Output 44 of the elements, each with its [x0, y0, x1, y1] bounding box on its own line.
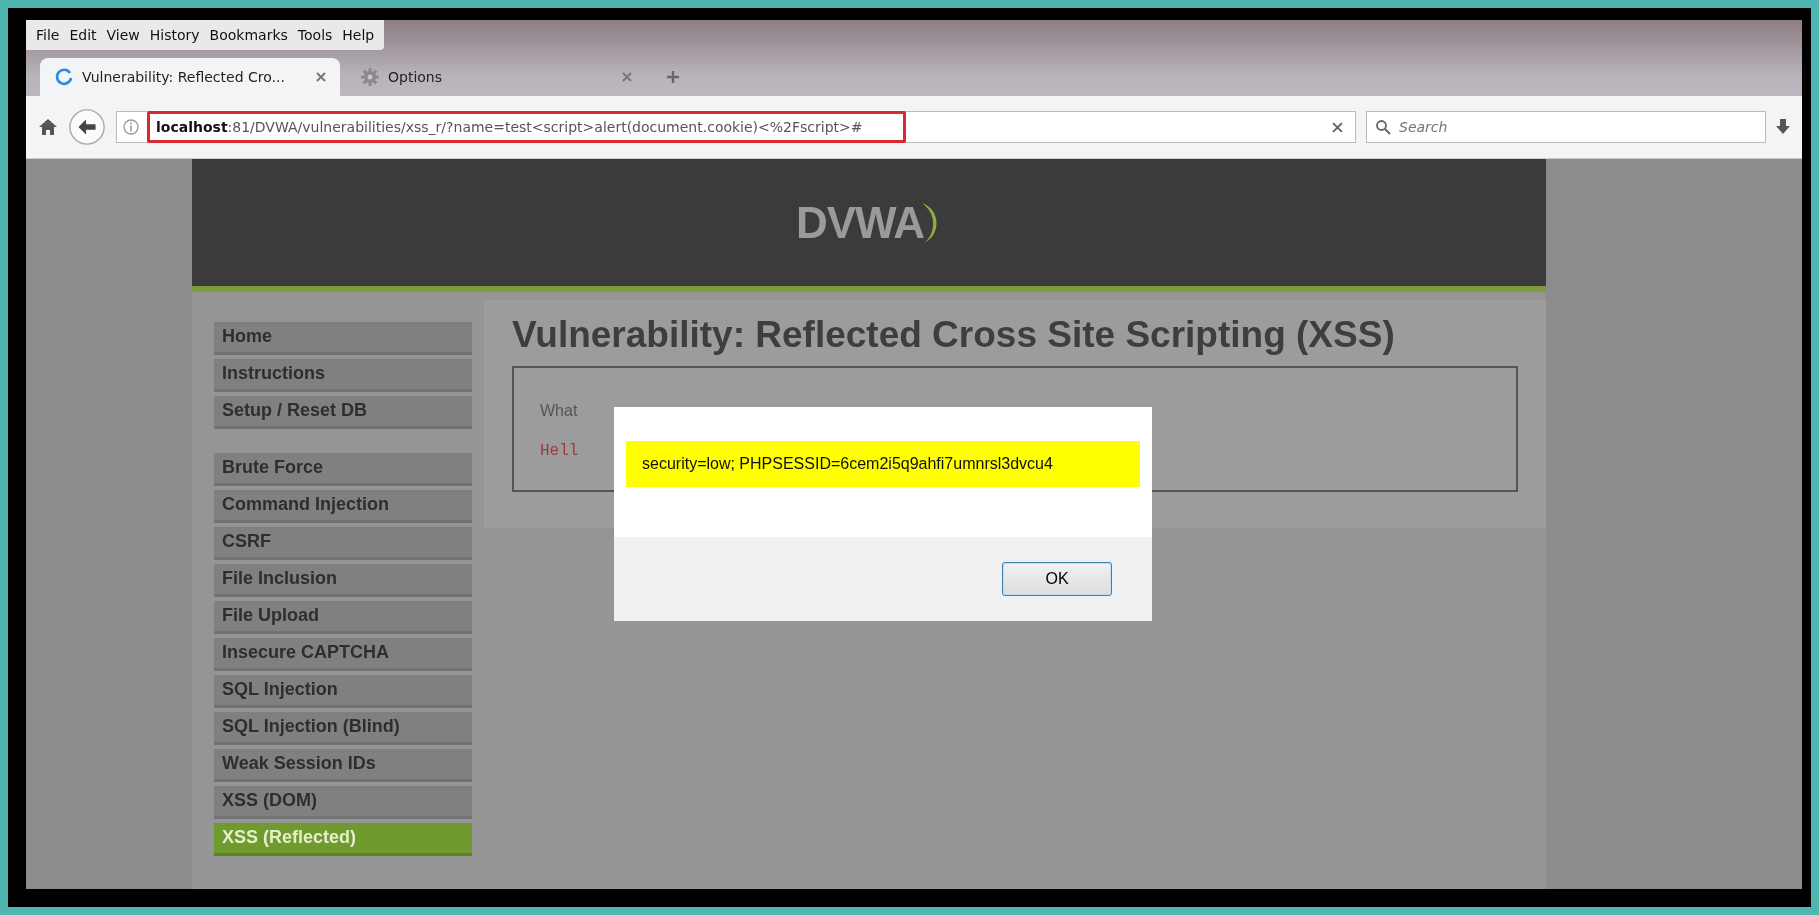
alert-message: security=low; PHPSESSID=6cem2i5q9ahfi7umnrsl3dvcu4 — [626, 441, 1140, 487]
page-heading: Vulnerability: Reflected Cross Site Scripting (XSS) — [512, 314, 1396, 356]
sidebar-item[interactable]: XSS (DOM) — [214, 786, 472, 819]
tab-title: Options — [388, 69, 444, 85]
menu-item[interactable]: File — [36, 27, 60, 43]
tab-title: Vulnerability: Reflected Cro... — [82, 69, 286, 85]
sidebar-item[interactable]: Home — [214, 322, 472, 355]
new-tab-icon[interactable] — [666, 70, 680, 84]
clear-icon[interactable] — [1332, 121, 1343, 133]
sidebar-item[interactable]: XSS (Reflected) — [214, 823, 472, 856]
sidebar-item[interactable]: SQL Injection (Blind) — [214, 712, 472, 745]
logo-text: DVWA — [796, 197, 924, 248]
sidebar-item[interactable]: File Inclusion — [214, 564, 472, 597]
menu-item[interactable]: View — [106, 27, 140, 43]
ok-button[interactable]: OK — [1002, 562, 1112, 596]
url-text: localhost:81/DVWA/vulnerabilities/xss_r/?name=test<script>alert(document.cookie)<%2Fscript># — [147, 111, 906, 143]
gear-icon — [360, 67, 380, 87]
sidebar-item[interactable]: CSRF — [214, 527, 472, 560]
sidebar-item[interactable]: Setup / Reset DB — [214, 396, 472, 429]
info-icon — [123, 119, 139, 135]
menu-item[interactable]: Help — [342, 27, 375, 43]
search-field[interactable]: Search — [1366, 111, 1766, 143]
download-icon[interactable] — [1776, 119, 1790, 135]
menu-item[interactable]: History — [149, 27, 200, 43]
prompt-text: What — [540, 402, 579, 420]
sidebar-item[interactable]: Weak Session IDs — [214, 749, 472, 782]
menu-item[interactable]: Tools — [297, 27, 333, 43]
sidebar-item[interactable]: Command Injection — [214, 490, 472, 523]
output-text: Hell — [540, 442, 580, 460]
sidebar-item[interactable]: SQL Injection — [214, 675, 472, 708]
loading-icon — [54, 67, 74, 87]
address-bar[interactable]: localhost:81/DVWA/vulnerabilities/xss_r/?name=test<script>alert(document.cookie)<%2Fscript># — [116, 111, 1356, 143]
sidebar-item[interactable]: Instructions — [214, 359, 472, 392]
browser-tab[interactable]: Vulnerability: Reflected Cro... — [40, 58, 340, 96]
search-icon — [1375, 119, 1391, 135]
home-icon[interactable] — [38, 118, 58, 136]
close-icon[interactable] — [316, 72, 326, 82]
sidebar-item[interactable]: File Upload — [214, 601, 472, 634]
menu-item[interactable]: Bookmarks — [209, 27, 288, 43]
back-icon[interactable] — [68, 108, 106, 146]
browser-tab[interactable]: Options — [346, 58, 646, 96]
sidebar-item[interactable]: Brute Force — [214, 453, 472, 486]
menu-item[interactable]: Edit — [69, 27, 97, 43]
sidebar-item[interactable]: Insecure CAPTCHA — [214, 638, 472, 671]
